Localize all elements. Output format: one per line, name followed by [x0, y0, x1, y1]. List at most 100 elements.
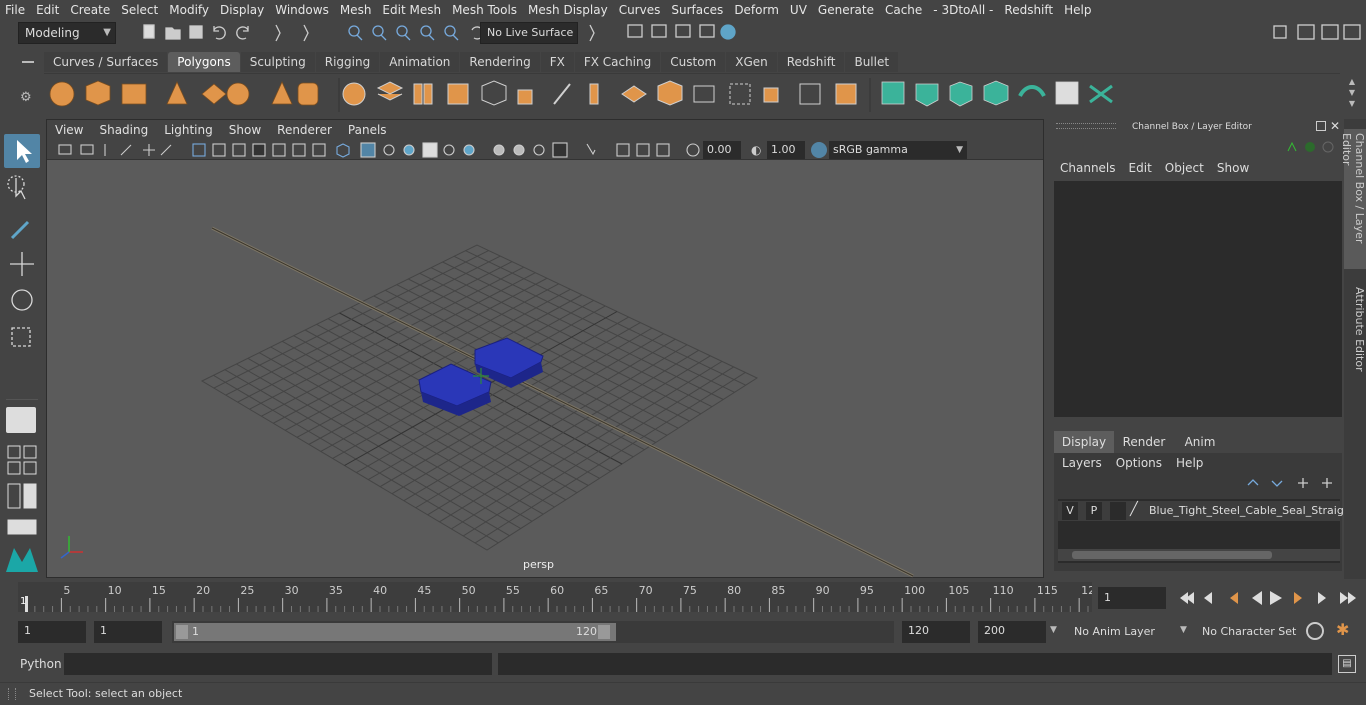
menu-edit[interactable]: Edit — [31, 0, 65, 20]
script-editor-icon[interactable]: ▤ — [1338, 655, 1356, 673]
go-to-end-icon — [1340, 592, 1356, 604]
live-surface-field[interactable]: No Live Surface — [480, 22, 578, 44]
menu-create[interactable]: Create — [65, 0, 116, 20]
poly-torus-icon — [226, 82, 250, 106]
menu-windows[interactable]: Windows — [270, 0, 335, 20]
range-slider-left-grip[interactable] — [176, 625, 188, 639]
time-ruler[interactable]: 5 10 15 20 25 30 35 40 45 50 55 60 65 70 75 80 85 90 95 100… — [18, 582, 1095, 612]
shadows-icon — [463, 144, 475, 156]
horizontal-scrollbar[interactable] — [1058, 549, 1340, 561]
panel-grip-icon[interactable] — [1056, 123, 1116, 129]
tab-polygons[interactable]: Polygons — [168, 52, 240, 72]
tab-rigging[interactable]: Rigging — [315, 52, 380, 72]
menu-edit-mesh[interactable]: Edit Mesh — [377, 0, 447, 20]
time-slider[interactable]: 5 10 15 20 25 30 35 40 45 50 55 60 65 70 75 80 85 90 95 100… — [0, 580, 1366, 616]
menu-mesh[interactable]: Mesh — [335, 0, 378, 20]
menu-deform[interactable]: Deform — [729, 0, 785, 20]
cb-menu-channels[interactable]: Channels — [1060, 161, 1129, 175]
mode-selector[interactable]: Modeling ▼ — [18, 22, 116, 44]
vp-menu-shading[interactable]: Shading — [91, 120, 156, 140]
tab-sculpting[interactable]: Sculpting — [240, 52, 315, 72]
scene-start-field[interactable]: 1 — [18, 621, 86, 643]
menu-select[interactable]: Select — [116, 0, 164, 20]
current-frame-field[interactable]: 1 — [1098, 587, 1166, 609]
tab-animation[interactable]: Animation — [380, 52, 460, 72]
color-management-icon[interactable] — [811, 142, 827, 158]
side-tab-attribute-editor[interactable]: Attribute Editor — [1344, 287, 1366, 387]
vp-menu-view[interactable]: View — [47, 120, 91, 140]
menu-uv[interactable]: UV — [785, 0, 813, 20]
layer-menu-layers[interactable]: Layers — [1062, 456, 1116, 470]
chevron-down-icon[interactable]: ▼ — [1050, 625, 1057, 635]
scrollbar-thumb[interactable] — [1072, 551, 1272, 559]
tab-display[interactable]: Display — [1054, 431, 1114, 453]
layer-menu-options[interactable]: Options — [1116, 456, 1176, 470]
command-result-field — [498, 653, 1332, 675]
tab-redshift[interactable]: Redshift — [777, 52, 845, 72]
shelf-menu-icon[interactable] — [18, 55, 38, 69]
float-panel-icon[interactable] — [1316, 121, 1326, 131]
snap-together-icon[interactable] — [6, 407, 36, 433]
command-input[interactable] — [64, 653, 492, 675]
tab-render[interactable]: Render — [1114, 431, 1174, 453]
menu-modify[interactable]: Modify — [164, 0, 215, 20]
command-language-toggle[interactable]: Python — [20, 657, 62, 671]
tab-fx[interactable]: FX — [540, 52, 574, 72]
vp-menu-renderer[interactable]: Renderer — [269, 120, 340, 140]
tab-anim[interactable]: Anim — [1174, 431, 1226, 453]
layer-display-type-toggle[interactable] — [1110, 502, 1126, 520]
menu-redshift[interactable]: Redshift — [999, 0, 1059, 20]
cb-menu-show[interactable]: Show — [1217, 161, 1262, 175]
color-space-selector[interactable]: sRGB gamma ▼ — [829, 141, 967, 159]
gear-icon[interactable]: ⚙ — [20, 90, 34, 105]
menu-file[interactable]: File — [0, 0, 31, 20]
ruler-tick-label: 45 — [417, 584, 431, 597]
menu-surfaces[interactable]: Surfaces — [666, 0, 729, 20]
tab-custom[interactable]: Custom — [661, 52, 726, 72]
menu-help[interactable]: Help — [1059, 0, 1097, 20]
tab-bullet[interactable]: Bullet — [845, 52, 899, 72]
vp-menu-panels[interactable]: Panels — [340, 120, 395, 140]
layer-menu-help[interactable]: Help — [1176, 456, 1217, 470]
range-slider[interactable]: 1 120 — [172, 621, 894, 643]
menu-display[interactable]: Display — [215, 0, 270, 20]
layer-name[interactable]: Blue_Tight_Steel_Cable_Seal_Straight — [1149, 501, 1355, 521]
cb-menu-edit[interactable]: Edit — [1129, 161, 1165, 175]
menu-3dtoall[interactable]: - 3DtoAll - — [928, 0, 999, 20]
character-set-selector[interactable]: No Character Set — [1196, 621, 1300, 643]
select-tool-button[interactable] — [4, 134, 40, 168]
tab-rendering[interactable]: Rendering — [460, 52, 540, 72]
anim-layer-selector[interactable]: No Anim Layer — [1068, 621, 1178, 643]
menu-mesh-tools[interactable]: Mesh Tools — [447, 0, 523, 20]
range-slider-right-grip[interactable] — [598, 625, 610, 639]
close-icon[interactable]: ✕ — [1330, 119, 1340, 133]
layer-visibility-toggle[interactable]: V — [1062, 502, 1078, 520]
exposure-field[interactable]: 0.00 — [703, 141, 741, 159]
tab-xgen[interactable]: XGen — [726, 52, 777, 72]
layer-menubar: Layers Options Help — [1062, 456, 1217, 470]
playback-start-field[interactable]: 1 — [94, 621, 162, 643]
menu-generate[interactable]: Generate — [813, 0, 880, 20]
tab-fx-caching[interactable]: FX Caching — [574, 52, 661, 72]
menu-mesh-display[interactable]: Mesh Display — [523, 0, 614, 20]
auto-key-icon[interactable] — [1306, 622, 1324, 640]
vp-menu-lighting[interactable]: Lighting — [156, 120, 221, 140]
scene-end-field[interactable]: 200 — [978, 621, 1046, 643]
perspective-viewport[interactable]: View Shading Lighting Show Renderer Pane… — [46, 119, 1044, 578]
menu-cache[interactable]: Cache — [880, 0, 928, 20]
menu-curves[interactable]: Curves — [614, 0, 667, 20]
chevron-down-icon[interactable]: ▼ — [1180, 625, 1187, 635]
tab-curves-surfaces[interactable]: Curves / Surfaces — [44, 52, 168, 72]
cb-menu-object[interactable]: Object — [1165, 161, 1217, 175]
vp-menu-show[interactable]: Show — [221, 120, 269, 140]
gamma-field[interactable]: 1.00 — [767, 141, 805, 159]
layer-playback-toggle[interactable]: P — [1086, 502, 1102, 520]
layer-color-icon[interactable]: ╱ — [1130, 502, 1146, 520]
save-scene-icon — [189, 25, 203, 39]
playback-end-field[interactable]: 120 — [902, 621, 970, 643]
layer-row[interactable]: V P ╱ Blue_Tight_Steel_Cable_Seal_Straig… — [1058, 501, 1355, 521]
range-slider-handle[interactable] — [174, 623, 616, 641]
shelf-scroll-icon[interactable]: ▲ ▼ ▼ — [1344, 76, 1360, 112]
side-tab-channel-box[interactable]: Channel Box / Layer Editor — [1340, 129, 1366, 269]
animation-preferences-icon[interactable]: ✱ — [1336, 620, 1356, 642]
